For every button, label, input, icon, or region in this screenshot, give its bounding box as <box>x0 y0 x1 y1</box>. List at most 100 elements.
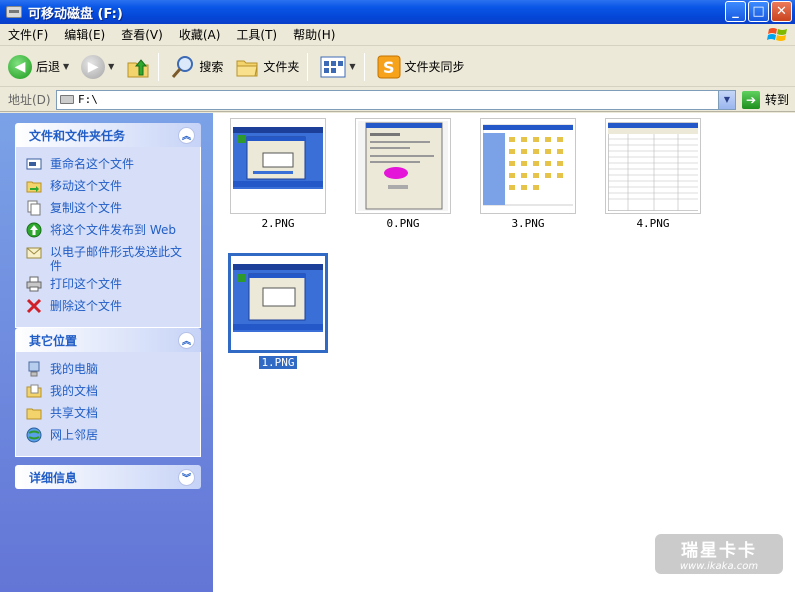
collapse-chevron-icon[interactable]: ︽ <box>178 126 195 144</box>
other-places-header[interactable]: 其它位置 ︽ <box>15 328 201 352</box>
task-copy[interactable]: 复制这个文件 <box>26 199 192 219</box>
removable-drive-icon <box>6 6 22 18</box>
go-label: 转到 <box>765 93 790 107</box>
file-thumbnail[interactable] <box>355 118 451 214</box>
folders-label: 文件夹 <box>263 60 300 74</box>
task-label: 重命名这个文件 <box>50 157 135 171</box>
watermark-url: www.ikaka.com <box>679 561 759 572</box>
task-move[interactable]: 移动这个文件 <box>26 177 192 197</box>
toolbar: ◀ 后退 ▼ ▶ ▼ 搜索 文件夹 ▼ S 文件夹同步 <box>0 47 795 87</box>
place-label: 我的文档 <box>50 384 99 398</box>
image-preview-icon <box>483 124 573 206</box>
watermark-brand: 瑞星卡卡 <box>681 541 757 561</box>
minimize-button[interactable]: _ <box>725 1 746 22</box>
drive-icon <box>60 95 74 104</box>
details-header[interactable]: 详细信息 ︾ <box>15 465 201 489</box>
views-button[interactable]: ▼ <box>316 51 359 83</box>
place-network[interactable]: 网上邻居 <box>26 426 192 446</box>
go-button[interactable]: ➔ 转到 <box>742 90 790 109</box>
search-label: 搜索 <box>199 60 224 74</box>
task-label: 删除这个文件 <box>50 299 123 313</box>
file-tasks-panel: 文件和文件夹任务 ︽ 重命名这个文件 移动这个文件 复制这个文件 将这个文件发布… <box>15 123 201 328</box>
address-dropdown-icon[interactable]: ▼ <box>718 90 735 109</box>
file-thumbnail[interactable] <box>230 118 326 214</box>
menu-file[interactable]: 文件(F) <box>0 26 56 43</box>
forward-button[interactable]: ▶ ▼ <box>77 51 118 83</box>
details-panel: 详细信息 ︾ <box>15 465 201 489</box>
menu-help[interactable]: 帮助(H) <box>285 26 343 43</box>
place-label: 共享文档 <box>50 406 99 420</box>
search-button[interactable]: 搜索 <box>167 51 227 83</box>
forward-arrow-icon: ▶ <box>81 54 106 79</box>
folder-sync-button[interactable]: S 文件夹同步 <box>373 51 469 83</box>
go-arrow-icon: ➔ <box>742 90 760 109</box>
rename-icon <box>26 156 42 172</box>
file-tasks-title: 文件和文件夹任务 <box>29 128 126 143</box>
delete-x-icon <box>26 298 42 314</box>
other-places-title: 其它位置 <box>29 333 78 348</box>
network-places-icon <box>26 427 42 443</box>
task-email[interactable]: 以电子邮件形式发送此文件 <box>26 243 192 273</box>
toolbar-separator <box>307 52 309 81</box>
back-label: 后退 <box>36 60 61 74</box>
task-label: 复制这个文件 <box>50 201 123 215</box>
menu-favorites[interactable]: 收藏(A) <box>171 26 229 43</box>
place-shared-documents[interactable]: 共享文档 <box>26 404 192 424</box>
copy-icon <box>26 200 42 216</box>
place-label: 网上邻居 <box>50 428 99 442</box>
folder-icon <box>236 60 258 76</box>
address-input[interactable]: F:\ ▼ <box>56 89 736 110</box>
image-preview-icon <box>233 127 323 189</box>
file-name[interactable]: 4.PNG <box>598 217 708 230</box>
folders-button[interactable]: 文件夹 <box>231 51 303 83</box>
collapse-chevron-icon[interactable]: ︽ <box>178 331 195 349</box>
menu-view[interactable]: 查看(V) <box>113 26 171 43</box>
file-thumbnail[interactable] <box>605 118 701 214</box>
forward-dropdown-icon[interactable]: ▼ <box>108 62 114 71</box>
details-title: 详细信息 <box>29 470 78 485</box>
file-name[interactable]: 0.PNG <box>348 217 458 230</box>
task-print[interactable]: 打印这个文件 <box>26 275 192 295</box>
expand-chevron-icon[interactable]: ︾ <box>178 468 195 486</box>
back-dropdown-icon[interactable]: ▼ <box>63 62 69 71</box>
toolbar-separator <box>363 52 365 81</box>
image-preview-icon <box>358 121 448 211</box>
publish-web-icon <box>26 222 42 238</box>
my-computer-icon <box>26 361 42 377</box>
file-thumbnail[interactable] <box>480 118 576 214</box>
up-folder-button[interactable] <box>122 51 154 83</box>
back-arrow-icon: ◀ <box>8 54 32 79</box>
menu-tools[interactable]: 工具(T) <box>228 26 285 43</box>
menu-edit[interactable]: 编辑(E) <box>56 26 113 43</box>
address-bar: 地址(D) F:\ ▼ ➔ 转到 <box>0 88 795 112</box>
title-bar: 可移动磁盘 (F:) _ □ ✕ <box>0 0 795 24</box>
search-icon <box>172 55 194 78</box>
toolbar-separator <box>158 52 160 81</box>
file-name[interactable]: 2.PNG <box>223 217 333 230</box>
file-view[interactable]: 2.PNG 0.PNG 3.PNG 4.PNG 1.PNG 瑞星卡卡 www.i… <box>213 113 795 592</box>
file-thumbnail-selected[interactable] <box>228 253 328 353</box>
views-icon <box>320 56 346 77</box>
file-tasks-header[interactable]: 文件和文件夹任务 ︽ <box>15 123 201 147</box>
back-button[interactable]: ◀ 后退 ▼ <box>4 51 73 83</box>
task-rename[interactable]: 重命名这个文件 <box>26 155 192 175</box>
place-my-computer[interactable]: 我的电脑 <box>26 360 192 380</box>
task-publish-web[interactable]: 将这个文件发布到 Web <box>26 221 192 241</box>
task-label: 打印这个文件 <box>50 277 123 291</box>
task-delete[interactable]: 删除这个文件 <box>26 297 192 317</box>
close-button[interactable]: ✕ <box>771 1 792 22</box>
place-my-documents[interactable]: 我的文档 <box>26 382 192 402</box>
windows-logo-icon <box>767 28 787 41</box>
address-value: F:\ <box>78 93 98 106</box>
folder-sync-icon: S <box>377 55 401 78</box>
image-preview-icon <box>233 264 323 332</box>
svg-text:S: S <box>383 58 395 77</box>
maximize-button[interactable]: □ <box>748 1 769 22</box>
file-name[interactable]: 3.PNG <box>473 217 583 230</box>
other-places-panel: 其它位置 ︽ 我的电脑 我的文档 共享文档 网上邻居 <box>15 328 201 457</box>
views-dropdown-icon[interactable]: ▼ <box>349 62 355 71</box>
file-name-selected[interactable]: 1.PNG <box>223 356 333 369</box>
email-icon <box>26 244 42 260</box>
task-pane: 文件和文件夹任务 ︽ 重命名这个文件 移动这个文件 复制这个文件 将这个文件发布… <box>0 113 213 592</box>
my-documents-icon <box>26 383 42 399</box>
